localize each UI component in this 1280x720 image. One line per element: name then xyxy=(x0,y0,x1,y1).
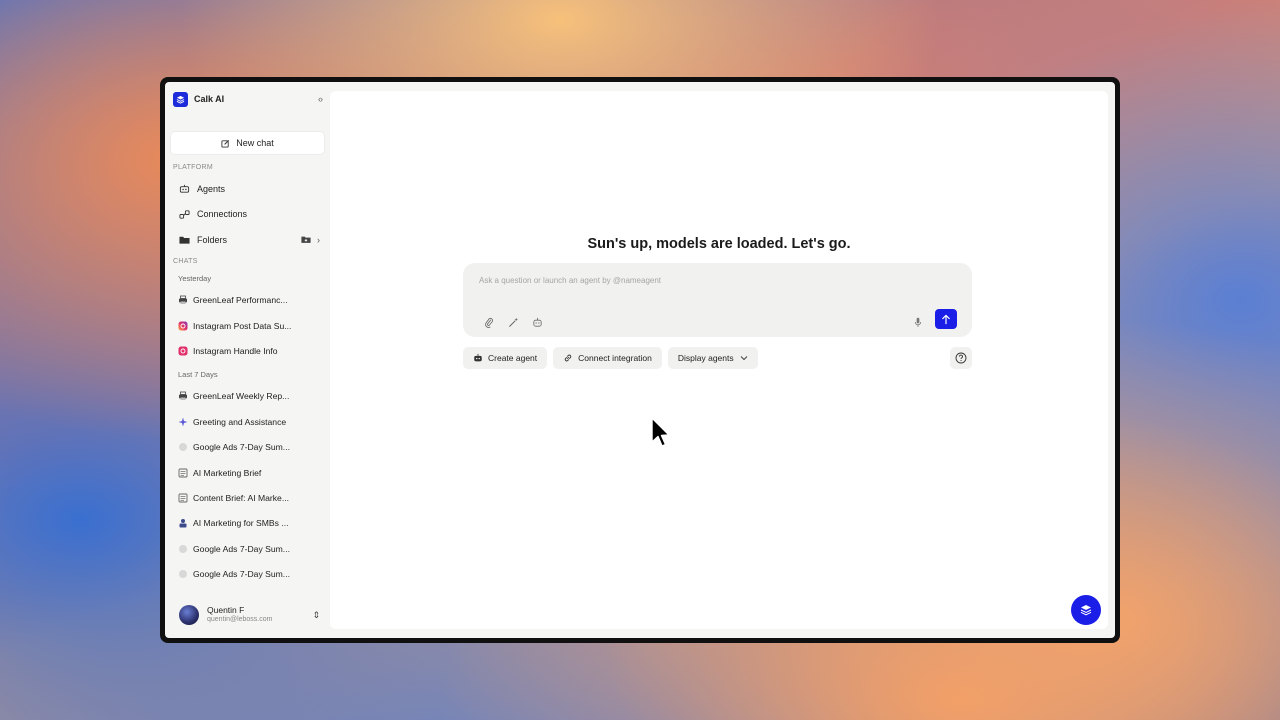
composer xyxy=(463,263,972,337)
plug-icon xyxy=(178,208,190,220)
sidebar: Calk AI ‹› New chat PLATFORM Agents Conn… xyxy=(165,82,330,638)
sidebar-item-folders[interactable]: Folders › xyxy=(171,227,324,253)
arrow-up-icon xyxy=(942,314,950,324)
sidebar-item-agents[interactable]: Agents xyxy=(171,176,324,202)
chat-item[interactable]: Instagram Handle Info xyxy=(171,338,324,363)
document-icon xyxy=(178,493,188,503)
display-agents-label: Display agents xyxy=(677,353,734,363)
robot-icon xyxy=(178,183,190,195)
display-agents-dropdown[interactable]: Display agents xyxy=(667,347,758,369)
main-panel: Sun's up, models are loaded. Let's go. A… xyxy=(330,91,1108,629)
person-icon xyxy=(178,518,188,528)
chevron-up-down-icon[interactable]: ⇕ xyxy=(312,610,324,621)
chat-item-label: Greeting and Assistance xyxy=(193,416,287,427)
create-agent-button[interactable]: Create agent xyxy=(463,347,548,369)
instagram-icon xyxy=(178,346,188,356)
send-button[interactable] xyxy=(935,309,957,329)
quick-actions: Create agent Connect integration Display… xyxy=(463,347,758,369)
document-icon xyxy=(178,468,188,478)
microphone-icon[interactable] xyxy=(912,316,924,328)
chat-item-label: Instagram Handle Info xyxy=(193,345,278,356)
sidebar-item-label: Folders xyxy=(197,234,228,245)
connect-integration-button[interactable]: Connect integration xyxy=(553,347,662,369)
folder-icon xyxy=(178,234,190,246)
chat-group-last-7-days: Last 7 Days xyxy=(178,370,218,380)
instagram-icon xyxy=(178,321,188,331)
printer-icon xyxy=(178,391,188,401)
dot-icon xyxy=(178,569,188,579)
app-window-content: Calk AI ‹› New chat PLATFORM Agents Conn… xyxy=(165,82,1115,638)
app-name: Calk AI xyxy=(194,94,225,104)
prompt-input[interactable] xyxy=(479,276,956,285)
brand: Calk AI ‹› xyxy=(171,82,324,116)
chat-item-label: GreenLeaf Performanc... xyxy=(193,295,288,306)
link-icon xyxy=(564,354,572,362)
chat-item-label: AI Marketing for SMBs ... xyxy=(193,518,289,529)
sidebar-item-label: Agents xyxy=(197,183,226,194)
chat-item[interactable]: Google Ads 7-Day Sum... xyxy=(171,536,324,561)
printer-icon xyxy=(178,295,188,305)
chevron-down-icon xyxy=(740,356,747,361)
chevron-right-icon[interactable]: › xyxy=(317,235,320,245)
new-chat-label: New chat xyxy=(236,138,274,148)
add-folder-icon[interactable] xyxy=(301,235,311,244)
chats-section-label: CHATS xyxy=(173,257,198,265)
robot-icon[interactable] xyxy=(531,316,543,328)
chat-item[interactable]: Instagram Post Data Su... xyxy=(171,313,324,338)
help-button[interactable] xyxy=(950,347,972,369)
assistant-launcher-button[interactable] xyxy=(1071,595,1101,625)
connect-integration-label: Connect integration xyxy=(578,353,652,363)
chat-item-label: AI Marketing Brief xyxy=(193,467,262,478)
chat-item-label: Google Ads 7-Day Sum... xyxy=(193,543,290,554)
dot-icon xyxy=(178,442,188,452)
magic-wand-icon[interactable] xyxy=(507,316,519,328)
sidebar-item-label: Connections xyxy=(197,209,248,220)
mouse-cursor-icon xyxy=(651,417,671,454)
chat-item[interactable]: GreenLeaf Performanc... xyxy=(171,288,324,313)
chat-item[interactable]: Greeting and Assistance xyxy=(171,409,324,434)
question-circle-icon xyxy=(955,352,967,364)
robot-icon xyxy=(474,353,482,362)
new-chat-button[interactable]: New chat xyxy=(171,132,324,154)
chat-item[interactable]: GreenLeaf Weekly Rep... xyxy=(171,384,324,409)
collapse-sidebar-icon[interactable]: ‹› xyxy=(318,94,323,104)
chat-item[interactable]: Google Ads 7-Day Sum... xyxy=(171,434,324,459)
user-name: Quentin F xyxy=(207,605,245,616)
paperclip-icon[interactable] xyxy=(483,316,495,328)
chat-item-label: Content Brief: AI Marke... xyxy=(193,492,290,503)
chat-item-label: Instagram Post Data Su... xyxy=(193,320,292,331)
chat-item-label: Google Ads 7-Day Sum... xyxy=(193,569,290,580)
dot-icon xyxy=(178,544,188,554)
user-email: quentin@leboss.com xyxy=(207,615,273,623)
create-agent-label: Create agent xyxy=(488,353,538,363)
layers-icon xyxy=(1080,605,1092,616)
chat-item[interactable]: AI Marketing Brief xyxy=(171,460,324,485)
sidebar-item-connections[interactable]: Connections xyxy=(171,202,324,228)
chat-item[interactable]: Google Ads 7-Day Sum... xyxy=(171,561,324,586)
edit-icon xyxy=(221,139,230,148)
avatar xyxy=(179,605,199,625)
chat-item-label: GreenLeaf Weekly Rep... xyxy=(193,391,290,402)
app-window: Calk AI ‹› New chat PLATFORM Agents Conn… xyxy=(160,77,1120,643)
page-title: Sun's up, models are loaded. Let's go. xyxy=(587,236,851,252)
chat-group-yesterday: Yesterday xyxy=(178,274,212,283)
calk-logo-icon xyxy=(173,91,188,107)
sparkle-icon xyxy=(178,417,188,427)
chat-item-label: Google Ads 7-Day Sum... xyxy=(193,442,290,453)
user-menu[interactable]: Quentin F quentin@leboss.com ⇕ xyxy=(171,602,324,628)
chat-item[interactable]: AI Marketing for SMBs ... xyxy=(171,511,324,536)
chat-item[interactable]: Content Brief: AI Marke... xyxy=(171,485,324,510)
platform-section-label: PLATFORM xyxy=(173,164,213,171)
